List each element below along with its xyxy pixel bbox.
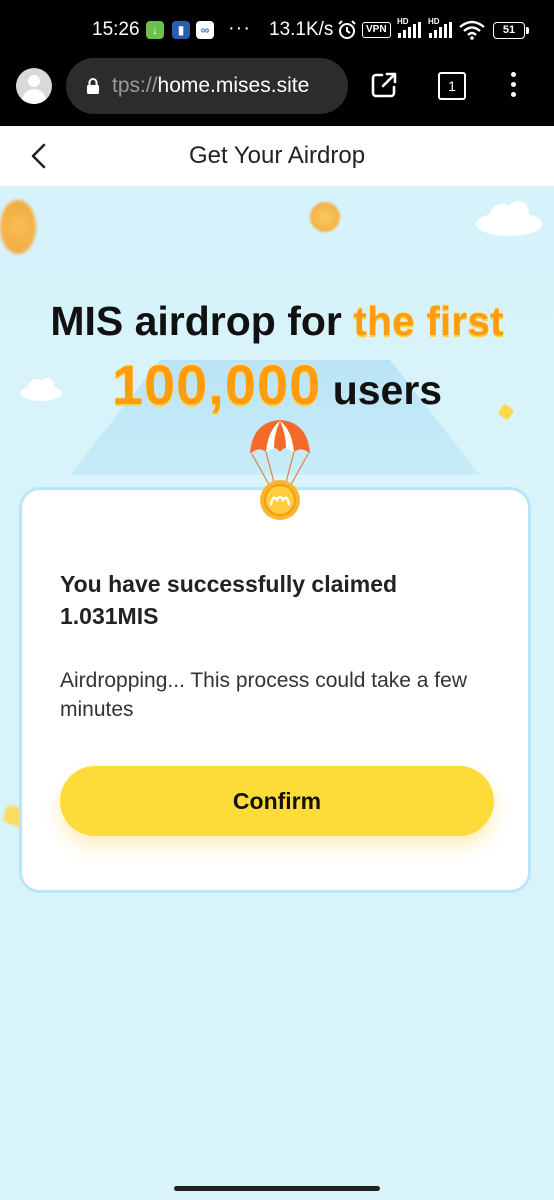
hero-highlight-first: the first: [353, 298, 504, 344]
mises-notification-icon: ∞: [196, 21, 214, 39]
url-host: home.mises.site: [157, 74, 310, 97]
confirm-button[interactable]: Confirm: [60, 766, 494, 836]
app-notification-icon: ▮: [172, 21, 190, 39]
hero-headline-line1: MIS airdrop for the first: [0, 298, 554, 345]
airdrop-result-card: You have successfully claimed 1.031MIS A…: [22, 490, 528, 890]
network-speed: 13.1K/s: [269, 19, 334, 40]
url-text: tps://home.mises.site: [112, 74, 309, 98]
hero-highlight-count: 100,000: [111, 353, 322, 416]
home-indicator: [174, 1186, 380, 1191]
url-scheme: tps://: [112, 74, 158, 97]
coin-decoration-icon: [0, 200, 36, 254]
open-external-icon[interactable]: [370, 71, 398, 99]
hero-headline-line2: 100,000 users: [0, 352, 554, 417]
parachute-coin-icon: [250, 420, 310, 520]
overflow-menu-icon[interactable]: [511, 72, 517, 98]
tab-switcher-button[interactable]: 1: [438, 72, 466, 100]
battery-icon: 51: [493, 22, 529, 39]
more-notifications-icon: ···: [228, 17, 251, 39]
airdrop-status-message: Airdropping... This process could take a…: [60, 669, 467, 721]
lock-icon: [87, 78, 99, 94]
status-bar: 15:26 ↓ ▮ ∞ ··· 13.1K/s VPN HD HD 51: [0, 0, 554, 60]
wifi-icon: [459, 20, 485, 40]
hero-suffix: users: [321, 367, 443, 413]
profile-avatar[interactable]: [16, 68, 52, 104]
signal-strength-icon: [398, 22, 421, 38]
coin-decoration-icon: [310, 202, 340, 232]
address-bar[interactable]: tps://home.mises.site: [66, 58, 348, 114]
signal-strength-2-icon: [429, 22, 452, 38]
page-title: Get Your Airdrop: [188, 142, 366, 169]
page-header: Get Your Airdrop: [0, 126, 554, 186]
hero-prefix: MIS airdrop for: [50, 298, 354, 344]
status-time: 15:26: [92, 19, 140, 40]
vpn-badge: VPN: [362, 22, 391, 38]
alarm-icon: [338, 20, 356, 39]
claim-success-title: You have successfully claimed 1.031MIS: [60, 571, 398, 629]
download-notification-icon: ↓: [146, 21, 164, 39]
cloud-decoration-icon: [476, 201, 542, 236]
